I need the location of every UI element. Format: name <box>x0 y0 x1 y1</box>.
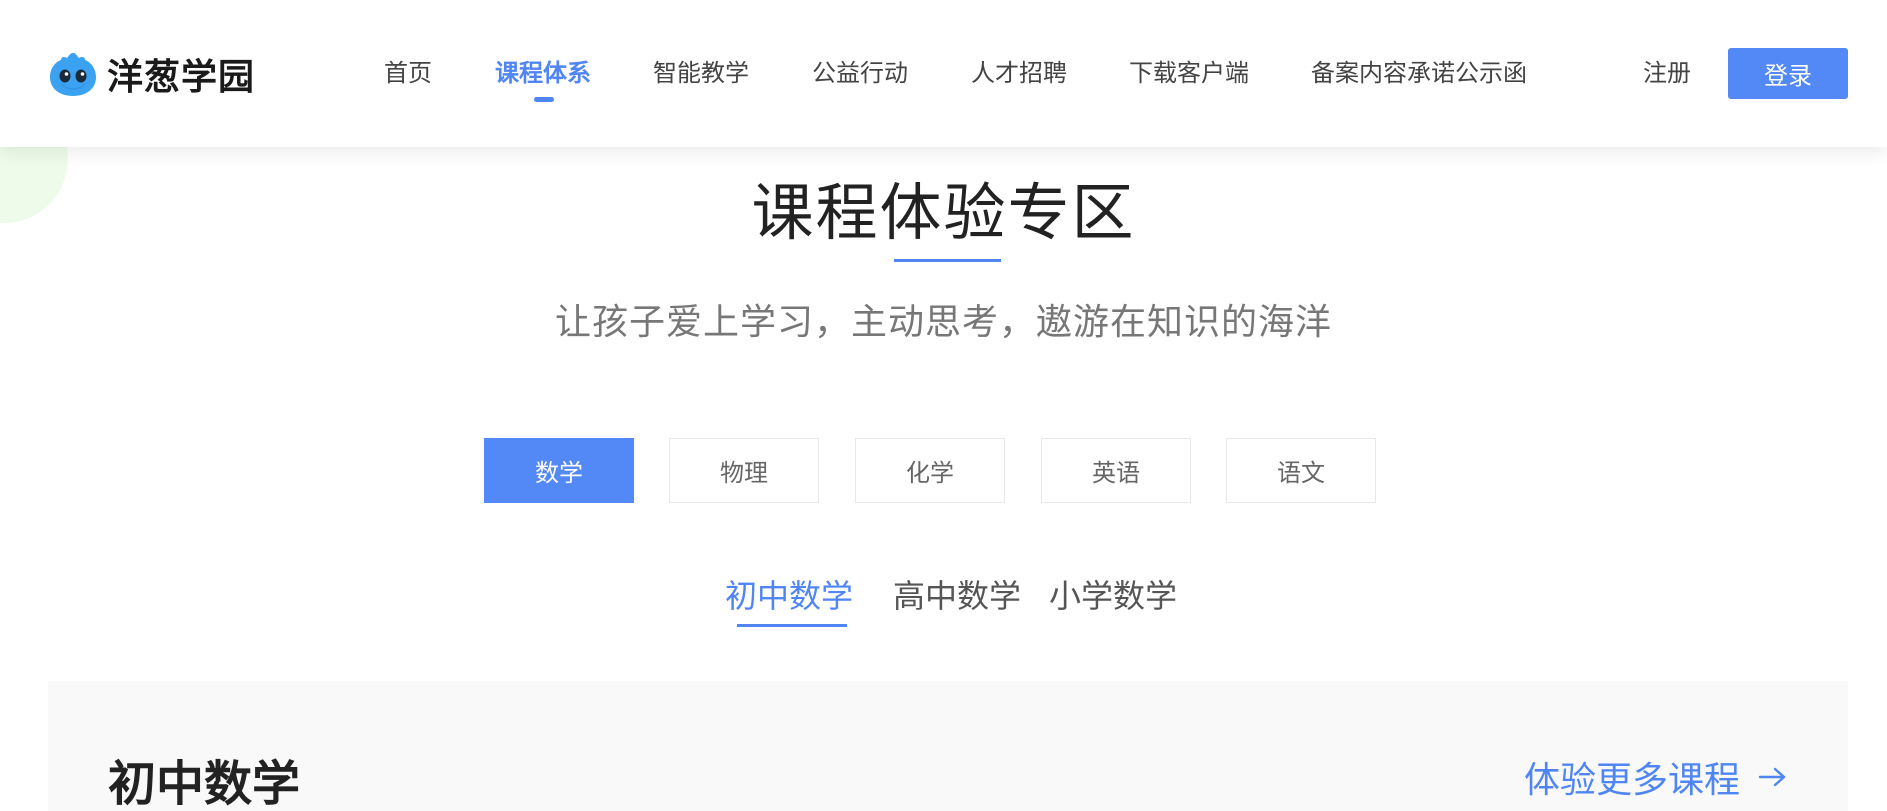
site-header: 洋葱学园 首页 课程体系 智能教学 公益行动 人才招聘 下载客户端 备案内容承诺… <box>0 0 1887 147</box>
subject-tab-english[interactable]: 英语 <box>1041 438 1191 503</box>
nav-item-home[interactable]: 首页 <box>384 53 432 93</box>
section-title: 课程体验专区 <box>751 176 1136 249</box>
nav-active-indicator <box>534 97 554 102</box>
subject-tab-math[interactable]: 数学 <box>484 438 634 503</box>
onion-mascot-icon <box>50 53 96 96</box>
subject-tab-chemistry[interactable]: 化学 <box>855 438 1005 503</box>
title-divider <box>894 259 1001 262</box>
nav-item-download[interactable]: 下载客户端 <box>1129 53 1249 93</box>
more-courses-label: 体验更多课程 <box>1523 760 1740 801</box>
panel-title: 初中数学 <box>108 756 301 811</box>
subject-tab-chinese[interactable]: 语文 <box>1226 438 1376 503</box>
nav-item-courses[interactable]: 课程体系 <box>495 53 591 93</box>
more-courses-link[interactable]: 体验更多课程 <box>1524 751 1788 803</box>
nav-item-smart-teaching[interactable]: 智能教学 <box>653 53 749 93</box>
nav-item-careers[interactable]: 人才招聘 <box>971 53 1067 93</box>
nav-item-charity[interactable]: 公益行动 <box>812 53 908 93</box>
login-button[interactable]: 登录 <box>1728 48 1848 99</box>
level-tab-primary[interactable]: 小学数学 <box>1049 573 1177 619</box>
course-panel: 初中数学 体验更多课程 <box>48 681 1848 811</box>
logo[interactable]: 洋葱学园 <box>47 50 255 98</box>
logo-text: 洋葱学园 <box>107 57 256 98</box>
nav-item-filing-notice[interactable]: 备案内容承诺公示函 <box>1311 53 1527 93</box>
level-tab-senior-high[interactable]: 高中数学 <box>893 573 1021 619</box>
subject-tab-physics[interactable]: 物理 <box>669 438 819 503</box>
register-link[interactable]: 注册 <box>1643 53 1691 93</box>
level-tab-indicator <box>737 624 847 627</box>
level-tab-junior-high[interactable]: 初中数学 <box>725 573 853 619</box>
arrow-right-icon <box>1758 767 1786 787</box>
section-subtitle: 让孩子爱上学习，主动思考，遨游在知识的海洋 <box>554 302 1332 343</box>
